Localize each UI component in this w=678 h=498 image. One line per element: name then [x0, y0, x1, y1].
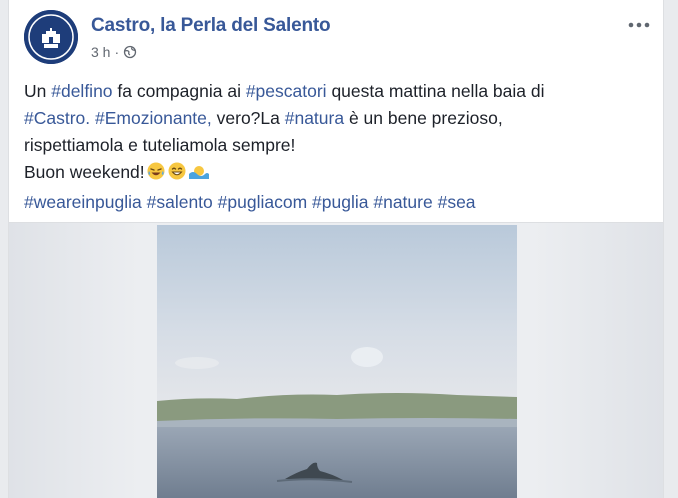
hashtags-line: #weareinpuglia #salento #pugliacom #pugl…: [24, 189, 644, 216]
post-text: Un #delfino fa compagnia ai #pescatori q…: [24, 78, 644, 216]
text-segment: vero?La: [211, 108, 285, 128]
text-segment: fa compagnia ai: [112, 81, 246, 101]
post-text-line: #Castro. #Emozionante, vero?La #natura è…: [24, 105, 644, 132]
hashtag-link[interactable]: #pugliacom: [218, 192, 308, 212]
hashtag-link[interactable]: #sea: [438, 192, 476, 212]
hashtag-link[interactable]: #Emozionante,: [95, 108, 212, 128]
post-card: Castro, la Perla del Salento 3 h · Un #d…: [8, 0, 664, 498]
hashtag-link[interactable]: #delfino: [51, 81, 112, 101]
timestamp-link[interactable]: 3 h: [91, 44, 110, 60]
hashtag-link[interactable]: #Castro.: [24, 108, 90, 128]
laughing-tears-emoji: [146, 161, 166, 189]
town-crest-icon: [24, 10, 78, 64]
text-segment: Buon weekend!: [24, 162, 145, 182]
page-name-link[interactable]: Castro, la Perla del Salento: [91, 15, 331, 37]
video-container: [9, 222, 663, 498]
hashtag-link[interactable]: #pescatori: [246, 81, 327, 101]
more-options-icon: [628, 22, 650, 28]
hashtag-link[interactable]: #weareinpuglia: [24, 192, 142, 212]
hashtag-link[interactable]: #natura: [285, 108, 344, 128]
post-meta: 3 h ·: [91, 44, 137, 60]
dolphin-video-image: [157, 225, 517, 498]
hashtag-link[interactable]: #nature: [373, 192, 432, 212]
text-segment: Un: [24, 81, 52, 101]
video-player[interactable]: [157, 225, 517, 498]
sun-behind-wave-emoji: [188, 161, 210, 189]
meta-separator: ·: [114, 44, 120, 60]
text-segment: è un bene prezioso,: [344, 108, 503, 128]
hashtag-link[interactable]: #salento: [147, 192, 213, 212]
post-text-line: Buon weekend!: [24, 159, 644, 189]
post-text-line: Un #delfino fa compagnia ai #pescatori q…: [24, 78, 644, 105]
more-options-button[interactable]: [625, 14, 653, 36]
globe-icon[interactable]: [123, 45, 137, 59]
hashtag-link[interactable]: #puglia: [312, 192, 368, 212]
page-avatar[interactable]: [24, 10, 78, 64]
text-segment: questa mattina nella baia di: [326, 81, 545, 101]
grinning-emoji: [167, 161, 187, 189]
post-text-line: rispettiamola e tuteliamola sempre!: [24, 135, 296, 155]
